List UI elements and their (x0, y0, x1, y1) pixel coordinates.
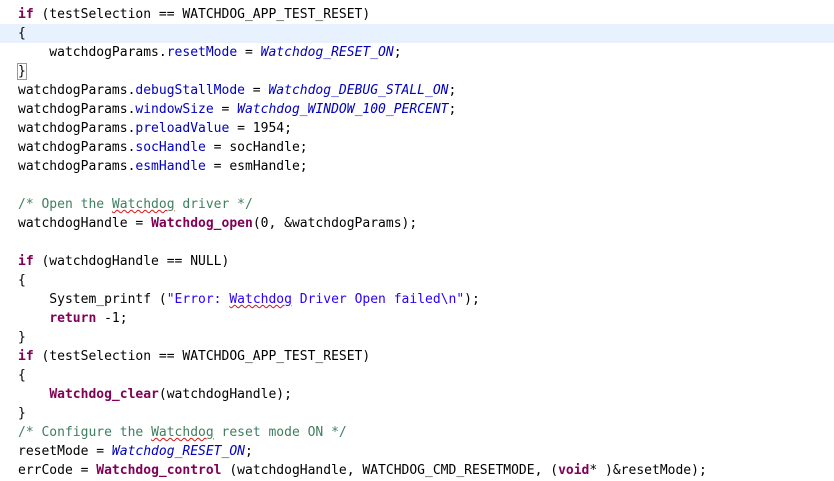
code-line-16[interactable]: System_printf ("Error: Watchdog Driver O… (18, 290, 480, 309)
code-line-24[interactable]: resetMode = Watchdog_RESET_ON; (18, 442, 253, 461)
code-line-11[interactable]: /* Open the Watchdog driver */ (18, 195, 253, 214)
code-line-8[interactable]: watchdogParams.socHandle = socHandle; (18, 138, 308, 157)
code-editor[interactable]: if (testSelection == WATCHDOG_APP_TEST_R… (0, 0, 834, 481)
code-line-18[interactable]: } (18, 328, 26, 347)
code-line-19[interactable]: if (testSelection == WATCHDOG_APP_TEST_R… (18, 347, 370, 366)
code-line-21[interactable]: Watchdog_clear(watchdogHandle); (18, 385, 292, 404)
code-line-3[interactable]: watchdogParams.resetMode = Watchdog_RESE… (18, 43, 401, 62)
code-line-17[interactable]: return -1; (18, 309, 127, 328)
code-line-12[interactable]: watchdogHandle = Watchdog_open(0, &watch… (18, 214, 417, 233)
code-line-20[interactable]: { (18, 366, 26, 385)
code-line-23[interactable]: /* Configure the Watchdog reset mode ON … (18, 423, 347, 442)
code-line-14[interactable]: if (watchdogHandle == NULL) (18, 252, 229, 271)
code-line-22[interactable]: } (18, 404, 26, 423)
code-line-1[interactable]: if (testSelection == WATCHDOG_APP_TEST_R… (18, 5, 370, 24)
code-line-6[interactable]: watchdogParams.windowSize = Watchdog_WIN… (18, 100, 456, 119)
code-line-2[interactable]: { (18, 24, 26, 43)
code-line-5[interactable]: watchdogParams.debugStallMode = Watchdog… (18, 81, 456, 100)
code-line-4[interactable]: } (17, 62, 27, 81)
code-line-15[interactable]: { (18, 271, 26, 290)
code-line-7[interactable]: watchdogParams.preloadValue = 1954; (18, 119, 292, 138)
code-line-25[interactable]: errCode = Watchdog_control (watchdogHand… (18, 461, 707, 480)
current-line-highlight (0, 24, 834, 43)
code-line-9[interactable]: watchdogParams.esmHandle = esmHandle; (18, 157, 308, 176)
